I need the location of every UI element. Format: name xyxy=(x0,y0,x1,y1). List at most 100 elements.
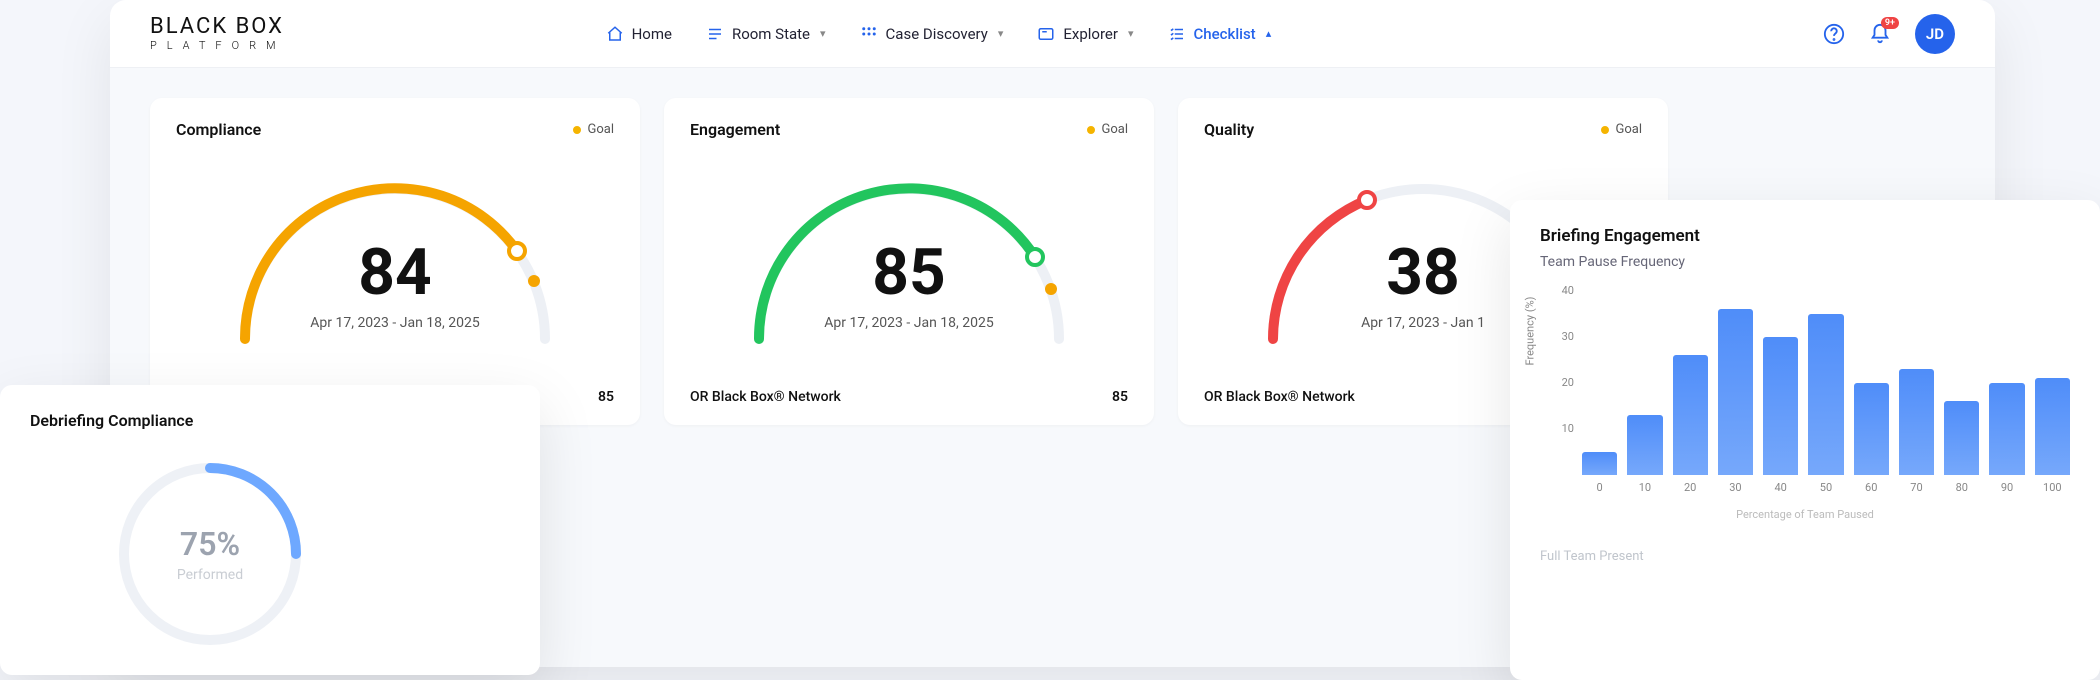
nav-explorer[interactable]: Explorer ▾ xyxy=(1037,25,1133,43)
gauge-date-range: Apr 17, 2023 - Jan 18, 2025 xyxy=(310,315,479,331)
gauge-value: 84 xyxy=(310,241,479,305)
bar-col: 100 xyxy=(2035,378,2070,494)
network-value: 85 xyxy=(1112,389,1128,405)
network-label: OR Black Box® Network xyxy=(690,389,841,405)
x-axis-label: Percentage of Team Paused xyxy=(1540,508,2070,521)
bar-x-label: 60 xyxy=(1865,481,1877,494)
bar-rect xyxy=(1899,369,1934,475)
bar-x-label: 0 xyxy=(1597,481,1603,494)
card-title: Debriefing Compliance xyxy=(30,411,510,430)
bars-container: 0 10 20 30 40 50 60 70 80 90 100 xyxy=(1582,310,2070,494)
y-axis: 40 30 20 10 xyxy=(1540,284,1578,468)
bar-x-label: 90 xyxy=(2001,481,2013,494)
nav-room-state-label: Room State xyxy=(732,25,810,43)
nav-checklist[interactable]: Checklist ▴ xyxy=(1168,25,1272,43)
chevron-up-icon: ▴ xyxy=(1266,27,1272,40)
donut-label: Performed xyxy=(177,567,243,583)
help-button[interactable] xyxy=(1823,23,1845,45)
network-value: 85 xyxy=(598,389,614,405)
network-label: OR Black Box® Network xyxy=(1204,389,1355,405)
bar-col: 80 xyxy=(1944,401,1979,494)
discover-icon xyxy=(860,25,878,43)
avatar[interactable]: JD xyxy=(1915,14,1955,54)
debriefing-compliance-card: Debriefing Compliance 75% Performed xyxy=(0,385,540,675)
briefing-engagement-card: Briefing Engagement Team Pause Frequency… xyxy=(1510,200,2100,680)
home-icon xyxy=(606,25,624,43)
bar-rect xyxy=(1718,309,1753,475)
bar-col: 90 xyxy=(1989,383,2024,494)
bar-col: 0 xyxy=(1582,452,1617,494)
gauge-engagement: Engagement Goal 85 Apr 17, 2023 - Jan 18… xyxy=(664,98,1154,425)
gauge-title: Engagement xyxy=(690,120,780,139)
gauge-value: 85 xyxy=(824,241,993,305)
bar-x-label: 40 xyxy=(1775,481,1787,494)
bar-rect xyxy=(1673,355,1708,475)
bar-x-label: 50 xyxy=(1820,481,1832,494)
bar-x-label: 70 xyxy=(1910,481,1922,494)
nav-case-discovery-label: Case Discovery xyxy=(886,25,988,43)
gauge-date-range: Apr 17, 2023 - Jan 18, 2025 xyxy=(824,315,993,331)
chevron-down-icon: ▾ xyxy=(820,27,826,40)
checklist-icon xyxy=(1168,25,1186,43)
bar-x-label: 10 xyxy=(1639,481,1651,494)
bar-col: 30 xyxy=(1718,309,1753,494)
bar-x-label: 80 xyxy=(1956,481,1968,494)
logo: BLACK BOX PLATFORM xyxy=(150,16,286,51)
y-tick: 10 xyxy=(1562,422,1578,435)
notifications-badge: 9+ xyxy=(1881,17,1899,29)
topbar-right: 9+ JD xyxy=(1823,14,1955,54)
goal-dot-icon xyxy=(1601,126,1609,134)
donut-chart: 75% Performed xyxy=(110,454,310,654)
bar-rect xyxy=(1627,415,1662,475)
chevron-down-icon: ▾ xyxy=(1128,27,1134,40)
gauge-title: Quality xyxy=(1204,120,1254,139)
goal-label: Goal xyxy=(587,122,614,137)
bar-col: 20 xyxy=(1673,355,1708,494)
bar-chart: Frequency (%) 40 30 20 10 01020304050607… xyxy=(1540,284,2070,494)
bar-x-label: 100 xyxy=(2043,481,2062,494)
goal-tag: Goal xyxy=(1601,122,1642,137)
nav-home-label: Home xyxy=(632,25,672,43)
bar-col: 40 xyxy=(1763,337,1798,494)
bar-rect xyxy=(1944,401,1979,475)
bar-rect xyxy=(1582,452,1617,475)
nav-explorer-label: Explorer xyxy=(1063,25,1118,43)
bar-col: 60 xyxy=(1854,383,1889,494)
gauge-title: Compliance xyxy=(176,120,261,139)
y-tick: 40 xyxy=(1562,284,1578,297)
gauge-compliance: Compliance Goal 84 Apr 17, 2023 - Jan 18… xyxy=(150,98,640,425)
y-axis-label: Frequency (%) xyxy=(1524,297,1537,366)
nav-checklist-label: Checklist xyxy=(1194,25,1256,43)
notifications-button[interactable]: 9+ xyxy=(1869,23,1891,45)
nav-room-state[interactable]: Room State ▾ xyxy=(706,25,826,43)
bar-rect xyxy=(1989,383,2024,475)
goal-tag: Goal xyxy=(573,122,614,137)
main-nav: Home Room State ▾ Case Discovery ▾ xyxy=(606,25,1272,43)
y-tick: 30 xyxy=(1562,330,1578,343)
logo-text-bottom: PLATFORM xyxy=(150,40,286,51)
bar-rect xyxy=(1808,314,1843,475)
goal-dot-icon xyxy=(573,126,581,134)
nav-home[interactable]: Home xyxy=(606,25,672,43)
bar-x-label: 20 xyxy=(1684,481,1696,494)
logo-text-top: BLACK BOX xyxy=(150,16,286,38)
chevron-down-icon: ▾ xyxy=(998,27,1004,40)
nav-case-discovery[interactable]: Case Discovery ▾ xyxy=(860,25,1004,43)
card-title: Briefing Engagement xyxy=(1540,226,2070,246)
explorer-icon xyxy=(1037,25,1055,43)
bar-col: 50 xyxy=(1808,314,1843,494)
bar-rect xyxy=(1763,337,1798,475)
donut-percent: 75% xyxy=(180,525,240,563)
gauge-value: 38 xyxy=(1361,241,1485,305)
goal-tag: Goal xyxy=(1087,122,1128,137)
gauge-date-range: Apr 17, 2023 - Jan 1 xyxy=(1361,315,1485,331)
goal-dot-icon xyxy=(1087,126,1095,134)
bar-col: 10 xyxy=(1627,415,1662,494)
y-tick: 20 xyxy=(1562,376,1578,389)
full-team-label: Full Team Present xyxy=(1540,549,2070,564)
list-icon xyxy=(706,25,724,43)
topbar: BLACK BOX PLATFORM Home Room State ▾ xyxy=(110,0,1995,68)
bar-col: 70 xyxy=(1899,369,1934,494)
goal-label: Goal xyxy=(1101,122,1128,137)
bar-x-label: 30 xyxy=(1729,481,1741,494)
